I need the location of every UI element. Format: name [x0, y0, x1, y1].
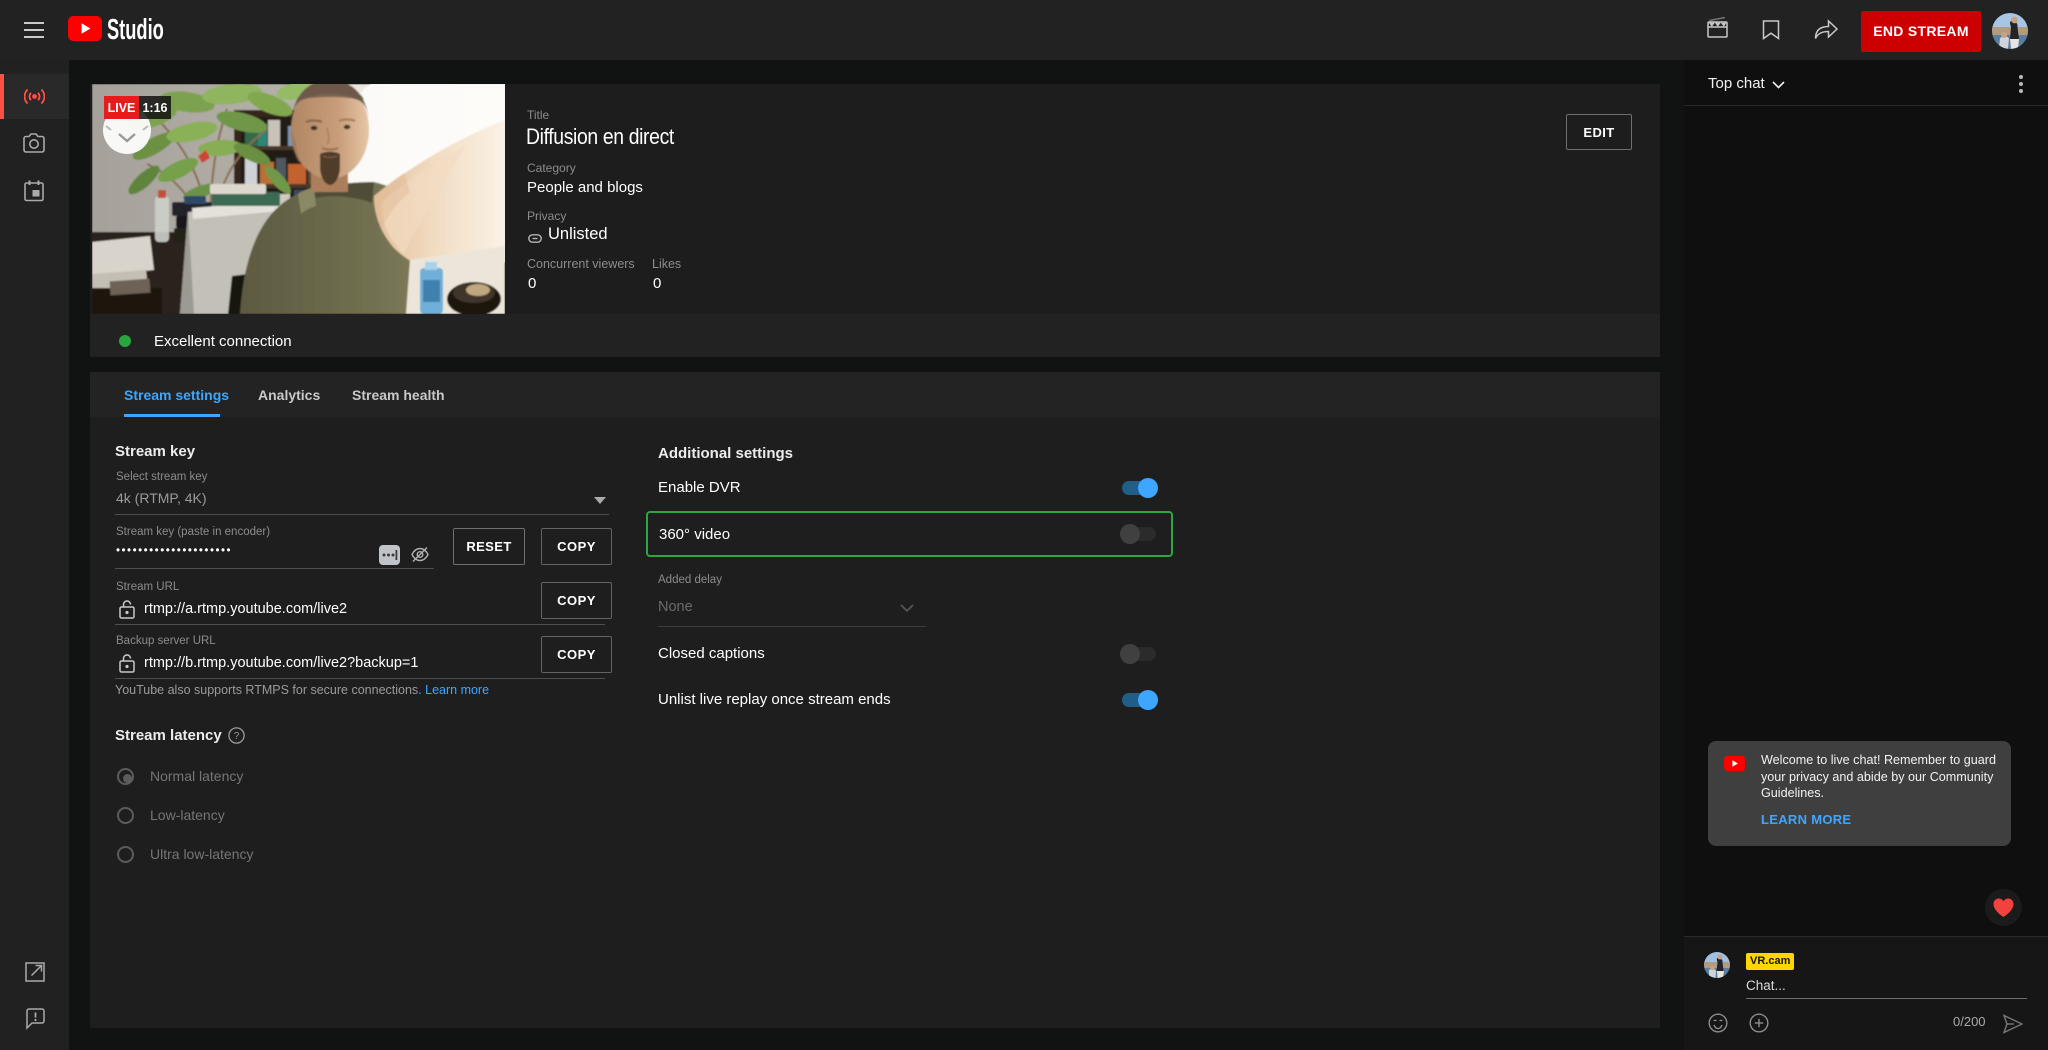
svg-text:LIVE: LIVE: [108, 101, 136, 115]
svg-text:?: ?: [234, 731, 240, 742]
svg-text:1:16: 1:16: [142, 101, 167, 115]
